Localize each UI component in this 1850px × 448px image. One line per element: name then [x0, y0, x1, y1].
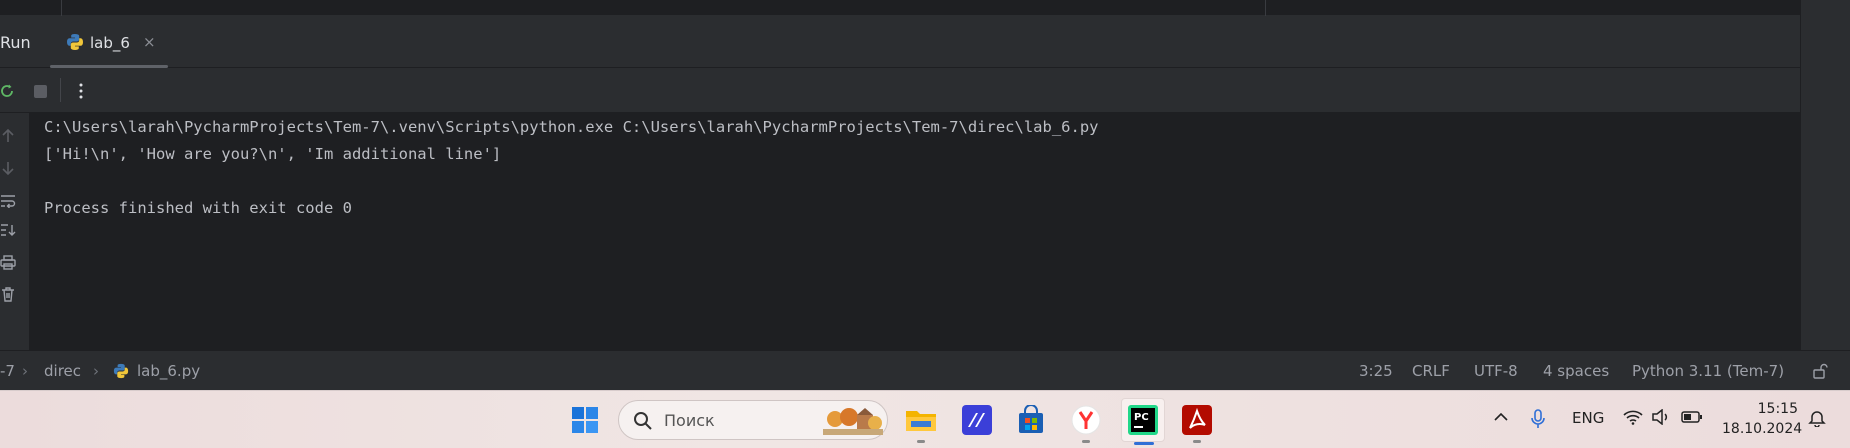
notification-bell-icon[interactable] — [1808, 409, 1826, 431]
windows-taskbar: Поиск PC ENG 15:15 18.10.2024 — [0, 390, 1850, 448]
system-clock[interactable]: 15:15 18.10.2024 — [1722, 399, 1803, 439]
chevron-up-icon[interactable] — [1493, 409, 1509, 429]
breadcrumb-item[interactable]: lab_6.py — [137, 362, 200, 380]
indent-setting[interactable]: 4 spaces — [1543, 362, 1609, 380]
print-button[interactable] — [0, 253, 16, 271]
taskbar-yandex-browser[interactable] — [1069, 403, 1103, 443]
arrow-down-icon — [2, 162, 14, 176]
breadcrumb-item[interactable]: direc — [44, 362, 81, 380]
microphone-icon[interactable] — [1530, 409, 1546, 433]
more-options-button[interactable] — [70, 80, 92, 102]
battery-icon[interactable] — [1681, 409, 1703, 429]
stop-icon — [33, 84, 47, 98]
python-file-icon — [113, 363, 129, 379]
clock-date: 18.10.2024 — [1722, 421, 1803, 437]
yandex-browser-icon — [1071, 405, 1101, 435]
editor-tab-strip — [0, 0, 1800, 16]
more-vertical-icon — [79, 83, 83, 99]
line-separator[interactable]: CRLF — [1412, 362, 1450, 380]
run-tool-window-header: Run lab_6 × — [0, 16, 1800, 68]
running-indicator — [1193, 440, 1201, 443]
divider — [61, 0, 62, 16]
search-icon — [634, 412, 652, 430]
scroll-up-button[interactable] — [0, 127, 16, 145]
language-indicator[interactable]: ENG — [1572, 409, 1604, 427]
search-highlight-icon — [823, 408, 883, 435]
console-line: Process finished with exit code 0 — [44, 199, 352, 217]
active-indicator — [1134, 442, 1154, 445]
rerun-icon — [1, 84, 13, 97]
trash-icon — [2, 287, 14, 302]
chevron-right-icon: › — [22, 362, 28, 380]
status-bar: -7 › direc › lab_6.py 3:25 CRLF UTF-8 4 … — [0, 350, 1850, 390]
pycharm-icon: PC — [1128, 405, 1158, 435]
clock-time: 15:15 — [1757, 401, 1798, 417]
clear-all-button[interactable] — [0, 285, 16, 303]
run-tab-lab6[interactable]: lab_6 × — [50, 16, 168, 68]
close-icon[interactable]: × — [143, 33, 156, 51]
chevron-right-icon: › — [93, 362, 99, 380]
run-toolbar — [0, 68, 1800, 113]
running-indicator — [917, 440, 925, 443]
windows-logo-icon — [572, 407, 598, 433]
stop-button[interactable] — [29, 80, 51, 102]
volume-icon[interactable] — [1651, 408, 1671, 429]
python-file-icon — [67, 34, 83, 50]
console-gutter — [0, 113, 30, 350]
caret-position[interactable]: 3:25 — [1359, 362, 1393, 380]
taskbar-microsoft-store[interactable] — [1014, 403, 1048, 437]
soft-wrap-button[interactable] — [0, 191, 16, 209]
taskbar-acrobat[interactable] — [1180, 403, 1214, 443]
running-indicator — [1082, 440, 1090, 443]
print-icon — [0, 255, 16, 270]
run-tab-label: lab_6 — [90, 34, 130, 52]
taskbar-search[interactable]: Поиск — [618, 400, 888, 440]
app-icon — [962, 405, 992, 435]
svg-text:PC: PC — [1134, 412, 1149, 423]
file-encoding[interactable]: UTF-8 — [1474, 362, 1518, 380]
python-interpreter[interactable]: Python 3.11 (Tem-7) — [1632, 362, 1784, 380]
right-tool-rail — [1800, 0, 1850, 390]
scroll-down-button[interactable] — [0, 159, 16, 177]
divider — [1265, 0, 1266, 16]
scroll-to-end-button[interactable] — [0, 221, 16, 239]
taskbar-file-explorer[interactable] — [904, 403, 938, 443]
console-output[interactable]: C:\Users\larah\PycharmProjects\Tem-7\.ve… — [30, 113, 1800, 350]
soft-wrap-icon — [1, 195, 16, 208]
breadcrumb-item[interactable]: -7 — [0, 362, 15, 380]
start-button[interactable] — [568, 403, 602, 437]
toolbar-divider — [60, 78, 61, 102]
scroll-to-end-icon — [1, 224, 16, 236]
console-line: C:\Users\larah\PycharmProjects\Tem-7\.ve… — [44, 118, 1099, 136]
store-icon — [1019, 405, 1043, 433]
search-placeholder: Поиск — [664, 411, 715, 430]
lock-icon[interactable] — [1812, 363, 1828, 379]
console-line: ['Hi!\n', 'How are you?\n', 'Im addition… — [44, 145, 502, 163]
run-panel-title: Run — [0, 33, 31, 52]
wifi-icon[interactable] — [1623, 409, 1643, 429]
taskbar-pycharm[interactable]: PC — [1121, 398, 1165, 445]
folder-icon — [906, 411, 936, 431]
acrobat-icon — [1182, 405, 1212, 435]
rerun-button[interactable] — [0, 80, 18, 102]
arrow-up-icon — [2, 128, 14, 142]
taskbar-app-editor[interactable] — [960, 403, 994, 437]
